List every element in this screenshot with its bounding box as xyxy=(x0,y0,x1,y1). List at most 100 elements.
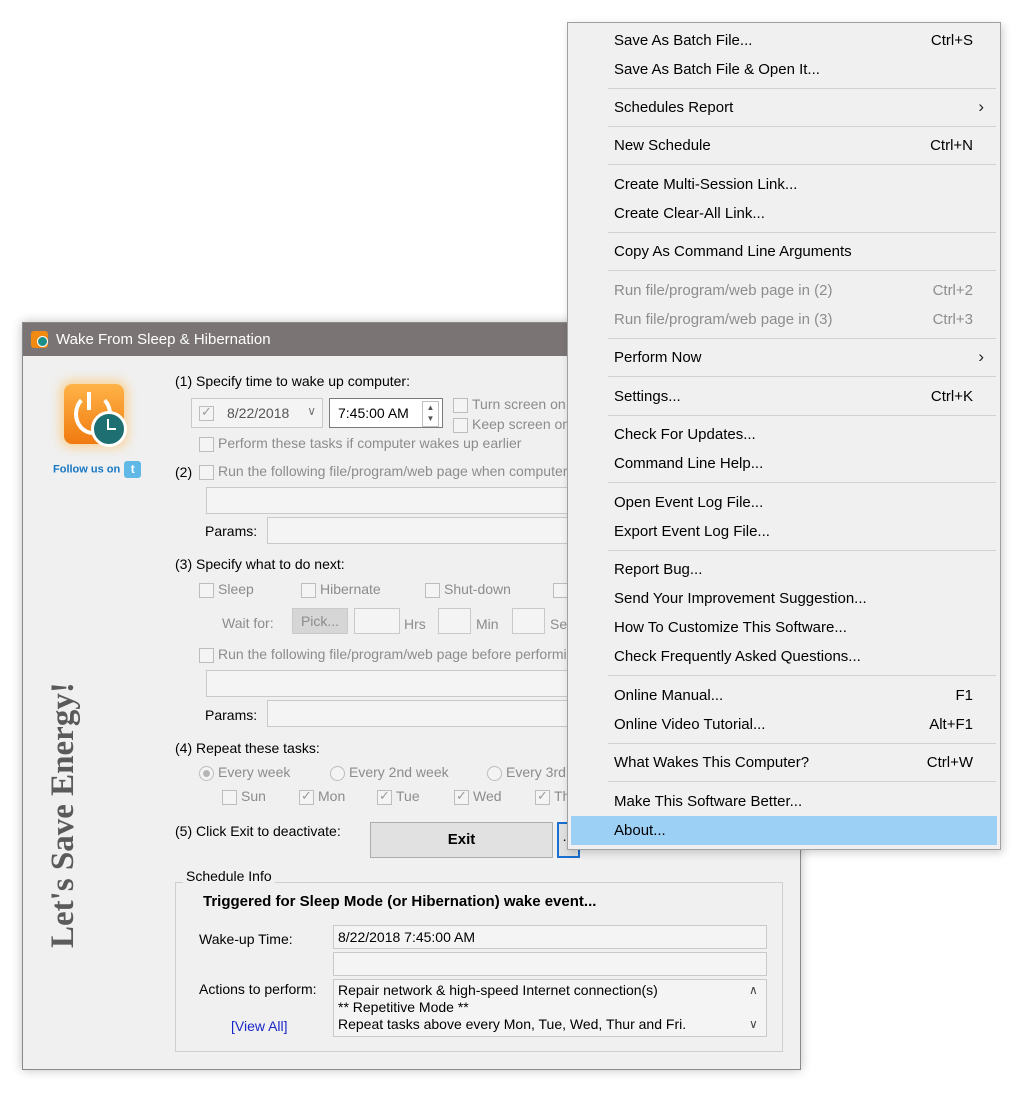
menu-item-open-log[interactable]: Open Event Log File... xyxy=(571,488,997,517)
date-checkbox[interactable] xyxy=(199,404,214,421)
extra-action-checkbox[interactable] xyxy=(553,582,568,598)
every-2nd-week-radio[interactable] xyxy=(330,765,345,781)
mon-checkbox[interactable] xyxy=(299,788,314,805)
menu-separator xyxy=(608,415,996,416)
hibernate-label: Hibernate xyxy=(320,581,381,597)
every-2nd-week-option[interactable]: Every 2nd week xyxy=(330,764,449,781)
menu-item-clear-all-link[interactable]: Create Clear-All Link... xyxy=(571,199,997,228)
pick-button[interactable]: Pick... xyxy=(292,608,348,634)
menu-item-label: Make This Software Better... xyxy=(614,793,803,810)
menu-item-shortcut: Ctrl+S xyxy=(930,32,973,49)
keep-screen-option[interactable]: Keep screen on xyxy=(453,416,570,433)
menu-item-label: Online Manual... xyxy=(614,687,724,704)
menu-item-schedules-report[interactable]: Schedules Report › xyxy=(571,93,997,122)
turn-screen-checkbox[interactable] xyxy=(453,397,468,413)
hibernate-checkbox[interactable] xyxy=(301,582,316,598)
menu-item-label: Run file/program/web page in (3) xyxy=(614,311,833,328)
seconds-input[interactable] xyxy=(512,608,545,634)
wait-for-label: Wait for: xyxy=(222,615,274,631)
slogan: Let's Save Energy! xyxy=(45,682,81,948)
menu-item-check-updates[interactable]: Check For Updates... xyxy=(571,420,997,449)
actions-label: Actions to perform: xyxy=(199,981,317,997)
menu-item-label: Online Video Tutorial... xyxy=(614,716,766,733)
time-picker[interactable]: 7:45:00 AM ▲ ▼ xyxy=(329,398,443,428)
perform-earlier-option[interactable]: Perform these tasks if computer wakes up… xyxy=(199,435,521,452)
menu-item-save-batch[interactable]: Save As Batch File... Ctrl+S xyxy=(571,26,997,55)
actions-scrollbar[interactable]: ∧ ∨ xyxy=(746,981,766,1037)
section5-label: (5) Click Exit to deactivate: xyxy=(175,823,341,839)
every-week-option[interactable]: Every week xyxy=(199,764,290,781)
twitter-icon[interactable]: t xyxy=(124,461,142,478)
day-thu-clip: Thu xyxy=(535,788,569,805)
menu-item-new-schedule[interactable]: New Schedule Ctrl+N xyxy=(571,131,997,160)
menu-item-customize[interactable]: How To Customize This Software... xyxy=(571,613,997,642)
time-spinner[interactable]: ▲ ▼ xyxy=(422,401,439,427)
every-week-radio[interactable] xyxy=(199,765,214,781)
run-before-path-input[interactable] xyxy=(206,670,586,697)
run-on-wake-checkbox[interactable] xyxy=(199,464,214,480)
day-tue[interactable]: Tue xyxy=(377,788,420,805)
sleep-option[interactable]: Sleep xyxy=(199,581,254,598)
shutdown-option[interactable]: Shut-down xyxy=(425,581,511,598)
menu-item-about[interactable]: About... xyxy=(571,816,997,845)
menu-item-save-batch-open[interactable]: Save As Batch File & Open It... xyxy=(571,55,997,84)
perform-earlier-checkbox[interactable] xyxy=(199,436,214,452)
follow-us-label: Follow us on xyxy=(53,463,121,476)
menu-item-cmdline-help[interactable]: Command Line Help... xyxy=(571,449,997,478)
menu-item-shortcut: F1 xyxy=(955,687,973,704)
day-mon[interactable]: Mon xyxy=(299,788,345,805)
follow-us-link[interactable]: Follow us on t xyxy=(53,461,142,478)
menu-item-run-3[interactable]: Run file/program/web page in (3) Ctrl+3 xyxy=(571,305,997,334)
day-wed[interactable]: Wed xyxy=(454,788,502,805)
minutes-input[interactable] xyxy=(438,608,471,634)
menu-item-perform-now[interactable]: Perform Now › xyxy=(571,343,997,372)
menu-item-online-manual[interactable]: Online Manual... F1 xyxy=(571,681,997,710)
turn-screen-option[interactable]: Turn screen on xyxy=(453,396,566,413)
menu-item-label: Perform Now xyxy=(614,349,702,366)
date-picker[interactable]: 8/22/2018 ∨ xyxy=(191,398,323,428)
thu-checkbox[interactable] xyxy=(535,788,550,805)
wed-checkbox[interactable] xyxy=(454,788,469,805)
app-icon xyxy=(31,331,48,348)
menu-item-report-bug[interactable]: Report Bug... xyxy=(571,555,997,584)
menu-item-video-tutorial[interactable]: Online Video Tutorial... Alt+F1 xyxy=(571,710,997,739)
every-3rd-week-option[interactable]: Every 3rd week xyxy=(487,764,567,781)
menu-item-export-log[interactable]: Export Event Log File... xyxy=(571,517,997,546)
shutdown-label: Shut-down xyxy=(444,581,511,597)
menu-item-label: How To Customize This Software... xyxy=(614,619,847,636)
every-3rd-week-radio[interactable] xyxy=(487,765,502,781)
menu-item-multi-session-link[interactable]: Create Multi-Session Link... xyxy=(571,170,997,199)
mon-label: Mon xyxy=(318,788,346,804)
every-3rd-week-clip: Every 3rd week xyxy=(487,764,567,781)
sun-checkbox[interactable] xyxy=(222,789,237,805)
menu-item-label: Settings... xyxy=(614,388,681,405)
menu-item-run-2[interactable]: Run file/program/web page in (2) Ctrl+2 xyxy=(571,276,997,305)
menu-separator xyxy=(608,270,996,271)
menu-item-label: Export Event Log File... xyxy=(614,523,770,540)
hours-input[interactable] xyxy=(354,608,400,634)
menu-item-what-wakes[interactable]: What Wakes This Computer? Ctrl+W xyxy=(571,748,997,777)
exit-button[interactable]: Exit xyxy=(370,822,553,858)
keep-screen-checkbox[interactable] xyxy=(453,417,468,433)
view-all-link[interactable]: [View All] xyxy=(231,1018,288,1034)
day-thu[interactable]: Thu xyxy=(535,788,569,805)
scroll-up-icon[interactable]: ∧ xyxy=(749,983,758,997)
hibernate-option[interactable]: Hibernate xyxy=(301,581,381,598)
menu-item-faq[interactable]: Check Frequently Asked Questions... xyxy=(571,642,997,671)
day-sun[interactable]: Sun xyxy=(222,788,266,805)
shutdown-checkbox[interactable] xyxy=(425,582,440,598)
params-input-2[interactable] xyxy=(267,517,586,544)
params-input-3[interactable] xyxy=(267,700,586,727)
menu-item-suggestion[interactable]: Send Your Improvement Suggestion... xyxy=(571,584,997,613)
menu-item-settings[interactable]: Settings... Ctrl+K xyxy=(571,382,997,411)
menu-item-make-better[interactable]: Make This Software Better... xyxy=(571,787,997,816)
menu-item-copy-args[interactable]: Copy As Command Line Arguments xyxy=(571,237,997,266)
run-on-wake-path-input[interactable] xyxy=(206,487,586,514)
menu-item-label: Open Event Log File... xyxy=(614,494,764,511)
scroll-down-icon[interactable]: ∨ xyxy=(749,1017,758,1031)
run-before-checkbox[interactable] xyxy=(199,647,214,663)
sleep-checkbox[interactable] xyxy=(199,582,214,598)
time-value: 7:45:00 AM xyxy=(338,405,409,421)
actions-textbox[interactable]: Repair network & high-speed Internet con… xyxy=(333,979,767,1037)
tue-checkbox[interactable] xyxy=(377,788,392,805)
